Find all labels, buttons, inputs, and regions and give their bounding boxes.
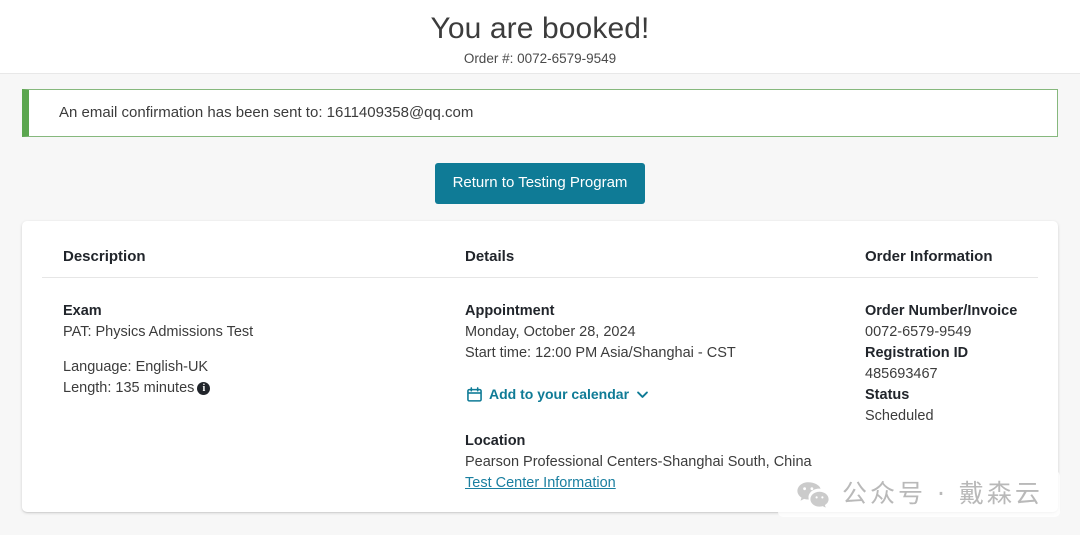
action-row: Return to Testing Program	[0, 163, 1080, 204]
registration-id-label: Registration ID	[865, 345, 969, 361]
page-title: You are booked!	[430, 12, 650, 45]
location-value: Pearson Professional Centers-Shanghai So…	[465, 454, 812, 470]
exam-length: Length: 135 minutes	[63, 380, 195, 396]
order-number-value: 0072-6579-9549	[865, 324, 972, 340]
page-header: You are booked! Order #: 0072-6579-9549	[0, 0, 1080, 74]
status-value: Scheduled	[865, 408, 934, 424]
card-column-headings: Description Details Order Information	[42, 221, 1038, 277]
appointment-label: Appointment	[465, 303, 555, 319]
column-heading-details: Details	[465, 248, 515, 265]
add-to-calendar-link[interactable]: Add to your calendar	[467, 384, 649, 405]
info-icon[interactable]: i	[197, 382, 211, 395]
return-to-testing-program-button[interactable]: Return to Testing Program	[434, 163, 646, 204]
column-heading-order-information: Order Information	[865, 248, 993, 265]
booking-summary-card: Description Details Order Information Ex…	[22, 221, 1058, 512]
location-label: Location	[465, 433, 526, 449]
registration-id-value: 485693467	[865, 366, 938, 382]
exam-length-row: Length: 135 minutes i	[63, 378, 443, 399]
order-information-column: Order Number/Invoice 0072-6579-9549 Regi…	[865, 301, 1055, 427]
appointment-date: Monday, October 28, 2024	[465, 324, 636, 340]
alert-message: An email confirmation has been sent to: …	[59, 104, 474, 121]
exam-label: Exam	[63, 303, 102, 319]
chevron-down-icon	[636, 388, 649, 401]
details-column: Appointment Monday, October 28, 2024 Sta…	[465, 301, 845, 494]
status-label: Status	[865, 387, 910, 403]
description-column: Exam PAT: Physics Admissions Test Langua…	[63, 301, 443, 399]
order-number-label: Order Number/Invoice	[865, 303, 1018, 319]
email-confirmation-alert: An email confirmation has been sent to: …	[22, 89, 1058, 137]
wechat-watermark: 公众号 · 戴森云	[778, 471, 1060, 517]
exam-language: Language: English-UK	[63, 359, 209, 375]
add-to-calendar-label: Add to your calendar	[489, 386, 630, 402]
calendar-icon	[467, 387, 482, 402]
wechat-icon	[796, 481, 830, 508]
exam-name: PAT: Physics Admissions Test	[63, 324, 254, 340]
column-heading-description: Description	[63, 248, 146, 265]
watermark-text: 公众号 · 戴森云	[842, 479, 1043, 508]
order-number-subtitle: Order #: 0072-6579-9549	[463, 51, 617, 66]
appointment-start-time: Start time: 12:00 PM Asia/Shanghai - CST	[465, 345, 736, 361]
